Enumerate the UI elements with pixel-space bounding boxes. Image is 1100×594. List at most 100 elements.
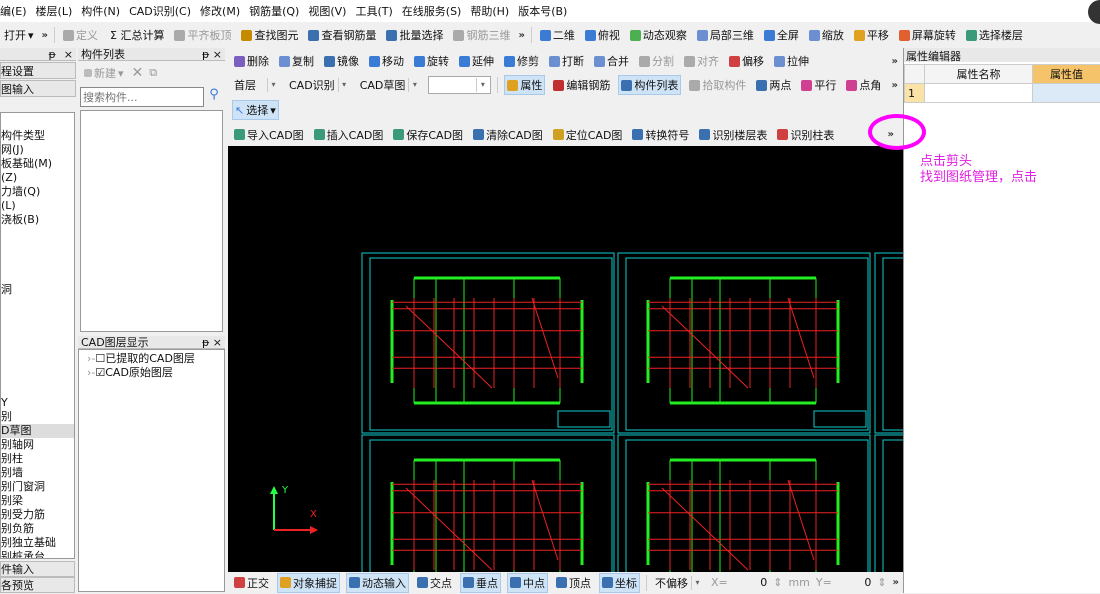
toolbar-button[interactable]: 延伸 <box>457 52 496 70</box>
toolbar-button[interactable]: 定位CAD图 <box>551 126 625 144</box>
toolbar-button[interactable]: 动态观察 <box>628 26 689 44</box>
toolbar-button[interactable]: 动态输入 <box>346 573 409 593</box>
more-icon[interactable]: » <box>892 80 898 91</box>
toolbar-button[interactable]: 镜像 <box>322 52 361 70</box>
pin-icon[interactable]: ᵽ <box>202 336 209 349</box>
toolbar-button[interactable]: 顶点 <box>554 574 593 592</box>
toolbar-button[interactable]: 俯视 <box>583 26 622 44</box>
toolbar-button[interactable]: 屏幕旋转 <box>897 26 958 44</box>
pin-icon[interactable]: ᵽ <box>48 48 55 61</box>
tree-item[interactable]: (Z) <box>1 171 74 185</box>
menu-item[interactable]: 编(E) <box>0 3 27 19</box>
copy-icon[interactable]: ⧉ <box>149 66 157 80</box>
toolbar-button[interactable]: 中点 <box>507 573 548 593</box>
checkbox[interactable]: ☐ <box>95 352 105 365</box>
toolbar-button[interactable]: 移动 <box>367 52 406 70</box>
toolbar-button[interactable]: 垂点 <box>460 573 501 593</box>
toolbar-button[interactable]: 导入CAD图 <box>232 126 306 144</box>
menu-item[interactable]: 帮助(H) <box>470 3 509 19</box>
toolbar-button[interactable]: 定义 <box>61 26 100 44</box>
toolbar-button[interactable]: 清除CAD图 <box>471 126 545 144</box>
tree-item[interactable]: 板基础(M) <box>1 157 74 171</box>
toolbar-button[interactable]: 正交 <box>232 574 271 592</box>
type-select[interactable]: CAD草图▾ <box>358 76 423 94</box>
offset-select[interactable]: 不偏移▾ <box>653 574 705 592</box>
floor-select[interactable]: 首层▾ <box>232 76 281 94</box>
tree-item[interactable] <box>1 255 74 269</box>
select-button[interactable]: ↖选择▾ <box>232 100 279 120</box>
delete-icon[interactable]: ✕ <box>132 65 144 81</box>
toolbar-button[interactable]: 平齐板顶 <box>172 26 233 44</box>
tree-item[interactable] <box>1 227 74 241</box>
toolbar-button[interactable]: 修剪 <box>502 52 541 70</box>
menu-item[interactable]: 工具(T) <box>355 3 392 19</box>
toolbar-button[interactable]: 查找图元 <box>239 26 300 44</box>
tree-item[interactable]: 别柱 <box>1 452 74 466</box>
toolbar-button[interactable]: 合并 <box>592 52 631 70</box>
more-icon[interactable]: » <box>893 577 899 588</box>
close-icon[interactable]: × <box>213 336 222 349</box>
toolbar-button[interactable]: 属性 <box>504 75 545 95</box>
toolbar-button[interactable]: 打断 <box>547 52 586 70</box>
table-row[interactable]: 1 <box>905 84 1100 103</box>
toolbar-button[interactable]: 分割 <box>637 52 676 70</box>
nav-section-button[interactable]: 各预览 <box>0 577 75 593</box>
toolbar-button[interactable]: 删除 <box>232 52 271 70</box>
toolbar-button[interactable]: 选择楼层 <box>964 26 1025 44</box>
toolbar-button[interactable]: 全屏 <box>762 26 801 44</box>
toolbar-button[interactable]: 保存CAD图 <box>391 126 465 144</box>
tree-item[interactable]: 别受力筋 <box>1 508 74 522</box>
y-input[interactable]: 0 <box>838 576 871 589</box>
toolbar-button[interactable]: 局部三维 <box>695 26 756 44</box>
nav-section-button[interactable]: 件输入 <box>0 561 75 577</box>
toolbar-button[interactable]: 转换符号 <box>630 126 691 144</box>
menu-item[interactable]: 视图(V) <box>308 3 346 19</box>
toolbar-button[interactable]: 批量选择 <box>384 26 445 44</box>
toolbar-button[interactable]: 坐标 <box>599 573 640 593</box>
tree-item[interactable]: 构件类型 <box>1 129 74 143</box>
menu-item[interactable]: 版本号(B) <box>518 3 567 19</box>
menu-item[interactable]: 在线服务(S) <box>402 3 462 19</box>
toolbar-button[interactable]: 钢筋三维 <box>451 26 512 44</box>
toolbar-button[interactable]: 拾取构件 <box>687 76 748 94</box>
toolbar-button[interactable]: 交点 <box>415 574 454 592</box>
more-icon[interactable]: » <box>892 56 898 67</box>
toolbar-button[interactable]: 两点 <box>754 76 793 94</box>
x-input[interactable]: 0 <box>734 576 767 589</box>
tree-item[interactable]: Y <box>1 396 74 410</box>
tree-item[interactable]: 别独立基础 <box>1 536 74 550</box>
toolbar-button[interactable]: 识别柱表 <box>775 126 836 144</box>
tree-item[interactable] <box>1 269 74 283</box>
nav-section-button[interactable]: 程设置 <box>0 62 76 79</box>
pin-icon[interactable]: ᵽ <box>202 48 209 61</box>
tree-item[interactable]: 力墙(Q) <box>1 185 74 199</box>
toolbar-button[interactable]: 插入CAD图 <box>312 126 386 144</box>
more-icon[interactable]: » <box>518 30 524 41</box>
toolbar-button[interactable]: 查看钢筋量 <box>306 26 378 44</box>
property-name-cell[interactable] <box>925 84 1033 103</box>
toolbar-button[interactable]: 拉伸 <box>772 52 811 70</box>
tree-item[interactable]: D草图 <box>1 424 74 438</box>
close-icon[interactable]: × <box>213 48 222 61</box>
search-input[interactable] <box>80 87 204 107</box>
tree-item[interactable]: 别门窗洞 <box>1 480 74 494</box>
toolbar-button[interactable]: 识别楼层表 <box>697 126 769 144</box>
more-icon[interactable]: » <box>42 30 48 41</box>
menu-item[interactable]: 钢筋量(Q) <box>249 3 299 19</box>
open-button[interactable]: 打开 ▾ <box>2 26 36 44</box>
toolbar-button[interactable]: 偏移 <box>727 52 766 70</box>
toolbar-button[interactable]: 平移 <box>852 26 891 44</box>
toolbar-button[interactable]: 旋转 <box>412 52 451 70</box>
toolbar-button[interactable]: Σ 汇总计算 <box>106 26 166 44</box>
toolbar-button[interactable]: 缩放 <box>807 26 846 44</box>
tree-item[interactable]: 别桩承台 <box>1 550 74 559</box>
tree-item[interactable]: 别负筋 <box>1 522 74 536</box>
tree-item[interactable]: 浇板(B) <box>1 213 74 227</box>
component-select[interactable]: ▾ <box>428 76 491 94</box>
toolbar-button[interactable]: 点角 <box>844 76 883 94</box>
toolbar-button[interactable]: 编辑钢筋 <box>551 76 612 94</box>
tree-item[interactable]: 别 <box>1 410 74 424</box>
tree-item[interactable] <box>1 241 74 255</box>
toolbar-button[interactable]: 构件列表 <box>618 75 681 95</box>
toolbar-button[interactable]: 对齐 <box>682 52 721 70</box>
